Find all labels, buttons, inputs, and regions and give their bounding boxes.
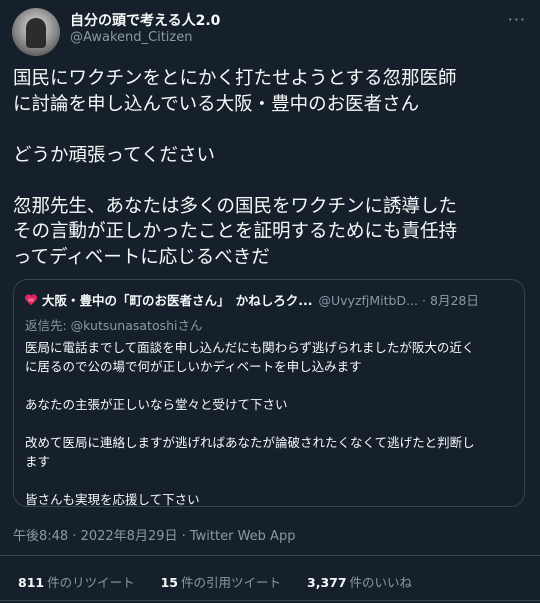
quoted-date[interactable]: 8月28日 (430, 293, 479, 308)
likes-count: 3,377 (307, 575, 347, 590)
more-options-icon[interactable]: ··· (508, 10, 526, 29)
likes-stat[interactable]: 3,377 件のいいね (307, 575, 412, 590)
quoted-display-name[interactable]: 大阪・豊中の「町のお医者さん」 かねしろク... (42, 293, 313, 308)
divider (0, 600, 540, 601)
likes-label: 件のいいね (349, 575, 413, 590)
avatar[interactable] (12, 8, 60, 56)
tweet-stats: 811 件のリツイート 15 件の引用ツイート 3,377 件のいいね (18, 572, 434, 591)
divider (0, 555, 540, 556)
tweet-timestamp-source[interactable]: 午後8:48 · 2022年8月29日 · Twitter Web App (13, 525, 295, 544)
separator-dot: · (422, 293, 427, 308)
tweet-header: 自分の頭で考える人2.0 @Awakend_Citizen ··· (12, 8, 528, 56)
retweets-stat[interactable]: 811 件のリツイート (18, 575, 135, 590)
quoted-tweet-header: 大阪・豊中の「町のお医者さん」 かねしろク... @UvyzfjMitbD... ·… (24, 290, 514, 308)
heart-badge-icon (24, 294, 38, 306)
retweets-count: 811 (18, 575, 45, 590)
retweets-label: 件のリツイート (47, 575, 135, 590)
quoted-tweet-text: 医局に電話までして面談を申し込んだにも関わらず逃げられましたが阪大の近く に居る… (25, 340, 475, 507)
reply-to-label: 返信先: @kutsunasatoshiさん (25, 318, 203, 333)
author-handle[interactable]: @Awakend_Citizen (70, 30, 192, 45)
avatar-figure (26, 18, 46, 48)
quoted-handle[interactable]: @UvyzfjMitbD... (319, 293, 419, 308)
quotes-count: 15 (160, 575, 178, 590)
quotes-stat[interactable]: 15 件の引用ツイート (161, 575, 281, 590)
author-display-name[interactable]: 自分の頭で考える人2.0 (70, 10, 220, 30)
quoted-tweet[interactable]: 大阪・豊中の「町のお医者さん」 かねしろク... @UvyzfjMitbD... ·… (13, 279, 525, 507)
quotes-label: 件の引用ツイート (181, 575, 282, 590)
tweet-text: 国民にワクチンをとにかく打たせようとする忽那医師 に討論を申し込んでいる大阪・豊… (13, 68, 458, 268)
